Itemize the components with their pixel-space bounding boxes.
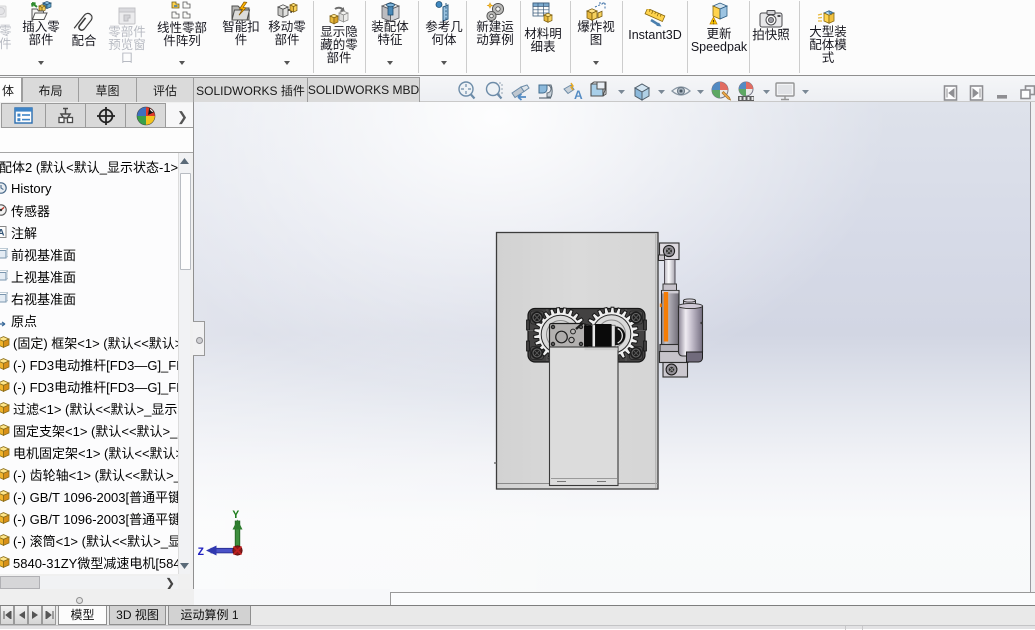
svg-text:A: A <box>0 228 5 239</box>
svg-text:Z: Z <box>198 547 205 559</box>
svg-text:A: A <box>574 88 583 102</box>
svg-text:Y: Y <box>233 510 240 522</box>
